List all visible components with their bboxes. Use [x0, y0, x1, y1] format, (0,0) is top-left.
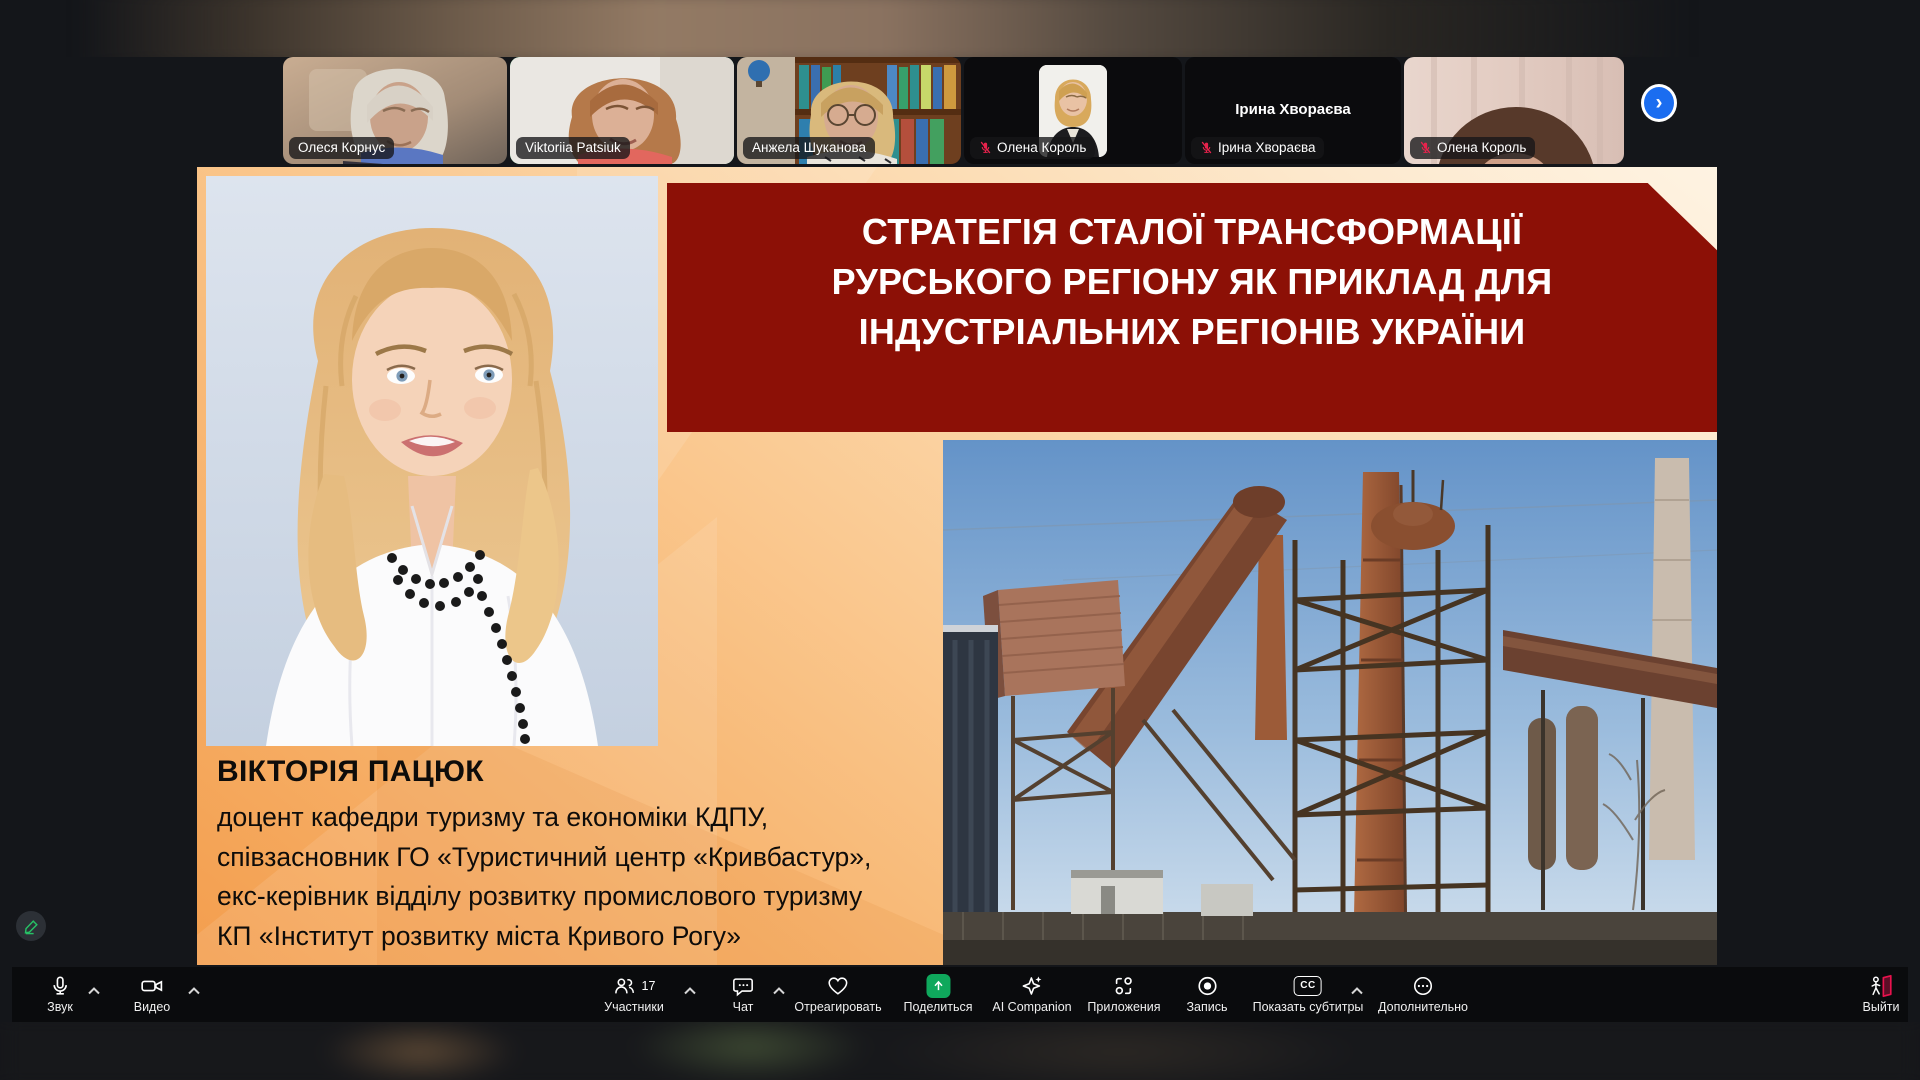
captions-button[interactable]: CC Показать субтитры — [1253, 972, 1364, 1014]
record-button[interactable]: Запись — [1186, 972, 1227, 1014]
meeting-toolbar: Звук Видео 17 Участники — [12, 967, 1908, 1022]
video-options-caret[interactable] — [188, 982, 200, 1000]
video-tile-olena-korol-video[interactable]: Олена Король — [1404, 57, 1624, 164]
audio-button[interactable]: Звук — [47, 972, 73, 1014]
video-tile-anzhela-shukanova[interactable]: Анжела Шуканова — [737, 57, 961, 164]
react-button[interactable]: Отреагировать — [794, 972, 881, 1014]
industrial-plant-photo — [943, 440, 1717, 965]
leave-door-icon — [1868, 974, 1894, 998]
cc-icon: CC — [1294, 976, 1322, 996]
speaker-credentials-block: ВІКТОРІЯ ПАЦЮК доцент кафедри туризму та… — [217, 755, 957, 956]
slide-title-line: РУРСЬКОГО РЕГІОНУ ЯК ПРИКЛАД ДЛЯ — [667, 257, 1717, 307]
participants-options-caret[interactable] — [684, 982, 696, 1000]
mic-muted-icon — [1419, 141, 1432, 154]
slide-title-line: СТРАТЕГІЯ СТАЛОЇ ТРАНСФОРМАЦІЇ — [667, 207, 1717, 257]
apps-button[interactable]: Приложения — [1087, 972, 1160, 1014]
video-tile-olesya-kornus[interactable]: Олеся Корнус — [283, 57, 507, 164]
ai-companion-button[interactable]: AI Companion — [992, 972, 1071, 1014]
participant-display-name: Ірина Хвораєва — [1185, 101, 1401, 118]
mic-muted-icon — [1200, 141, 1213, 154]
pencil-icon — [23, 918, 40, 935]
participant-name: Viktoriia Patsiuk — [525, 140, 621, 155]
shared-screen-slide: СТРАТЕГІЯ СТАЛОЇ ТРАНСФОРМАЦІЇ РУРСЬКОГО… — [197, 167, 1717, 965]
participant-name: Олена Король — [997, 140, 1086, 155]
participant-name-label: Олена Король — [1410, 137, 1535, 159]
more-ellipsis-icon — [1412, 975, 1434, 997]
speaker-credential-line: доцент кафедри туризму та економіки КДПУ… — [217, 798, 957, 838]
share-screen-button[interactable]: Поделиться — [903, 972, 972, 1014]
leave-meeting-button[interactable]: Выйти — [1862, 972, 1899, 1014]
next-participants-page-button[interactable]: › — [1641, 84, 1677, 122]
participant-name: Олеся Корнус — [298, 140, 385, 155]
top-blur-band — [0, 0, 1920, 57]
participant-name-label: Олеся Корнус — [289, 137, 394, 159]
video-tile-olena-korol-avatar[interactable]: Олена Король — [964, 57, 1182, 164]
speaker-credential-line: співзасновник ГО «Туристичний центр «Кри… — [217, 838, 957, 878]
participant-name: Олена Король — [1437, 140, 1526, 155]
record-icon — [1196, 975, 1218, 997]
video-tile-iryna-khvoraieva-camera-off[interactable]: Ірина Хвораєва Ірина Хвораєва — [1185, 57, 1401, 164]
speaker-name: ВІКТОРІЯ ПАЦЮК — [217, 755, 957, 789]
participant-name-label: Ірина Хвораєва — [1191, 137, 1324, 159]
heart-icon — [826, 975, 849, 997]
video-camera-icon — [140, 975, 165, 997]
participant-name-label: Анжела Шуканова — [743, 137, 875, 159]
speaker-credential-line: екс-керівник відділу розвитку промислово… — [217, 877, 957, 917]
slide-title-banner: СТРАТЕГІЯ СТАЛОЇ ТРАНСФОРМАЦІЇ РУРСЬКОГО… — [667, 183, 1717, 432]
share-screen-icon — [926, 974, 950, 998]
chat-options-caret[interactable] — [773, 982, 785, 1000]
speaker-credential-line: КП «Інститут розвитку міста Кривого Рогу… — [217, 917, 957, 957]
slide-title-line: ІНДУСТРІАЛЬНИХ РЕГІОНІВ УКРАЇНИ — [667, 307, 1717, 357]
participants-icon — [613, 975, 637, 997]
chat-icon — [732, 975, 755, 997]
audio-options-caret[interactable] — [88, 982, 100, 1000]
mic-icon — [49, 975, 71, 997]
chevron-right-icon: › — [1656, 92, 1663, 113]
bottom-blur-band — [0, 1022, 1920, 1080]
chat-button[interactable]: Чат — [732, 972, 755, 1014]
captions-options-caret[interactable] — [1351, 982, 1363, 1000]
more-button[interactable]: Дополнительно — [1378, 972, 1468, 1014]
apps-icon — [1112, 975, 1135, 997]
participants-count-badge: 17 — [642, 979, 656, 993]
video-tile-viktoriia-patsiuk-active-speaker[interactable]: Viktoriia Patsiuk — [510, 57, 734, 164]
participant-name-label: Олена Король — [970, 137, 1095, 159]
video-button[interactable]: Видео — [134, 972, 171, 1014]
ai-companion-sparkle-icon — [1020, 974, 1044, 998]
annotate-button[interactable] — [16, 911, 46, 941]
participant-name: Анжела Шуканова — [752, 140, 866, 155]
participants-button[interactable]: 17 Участники — [604, 972, 664, 1014]
speaker-portrait-photo — [206, 176, 658, 746]
mic-muted-icon — [979, 141, 992, 154]
participant-name-label: Viktoriia Patsiuk — [516, 137, 630, 159]
participant-name: Ірина Хвораєва — [1218, 140, 1315, 155]
